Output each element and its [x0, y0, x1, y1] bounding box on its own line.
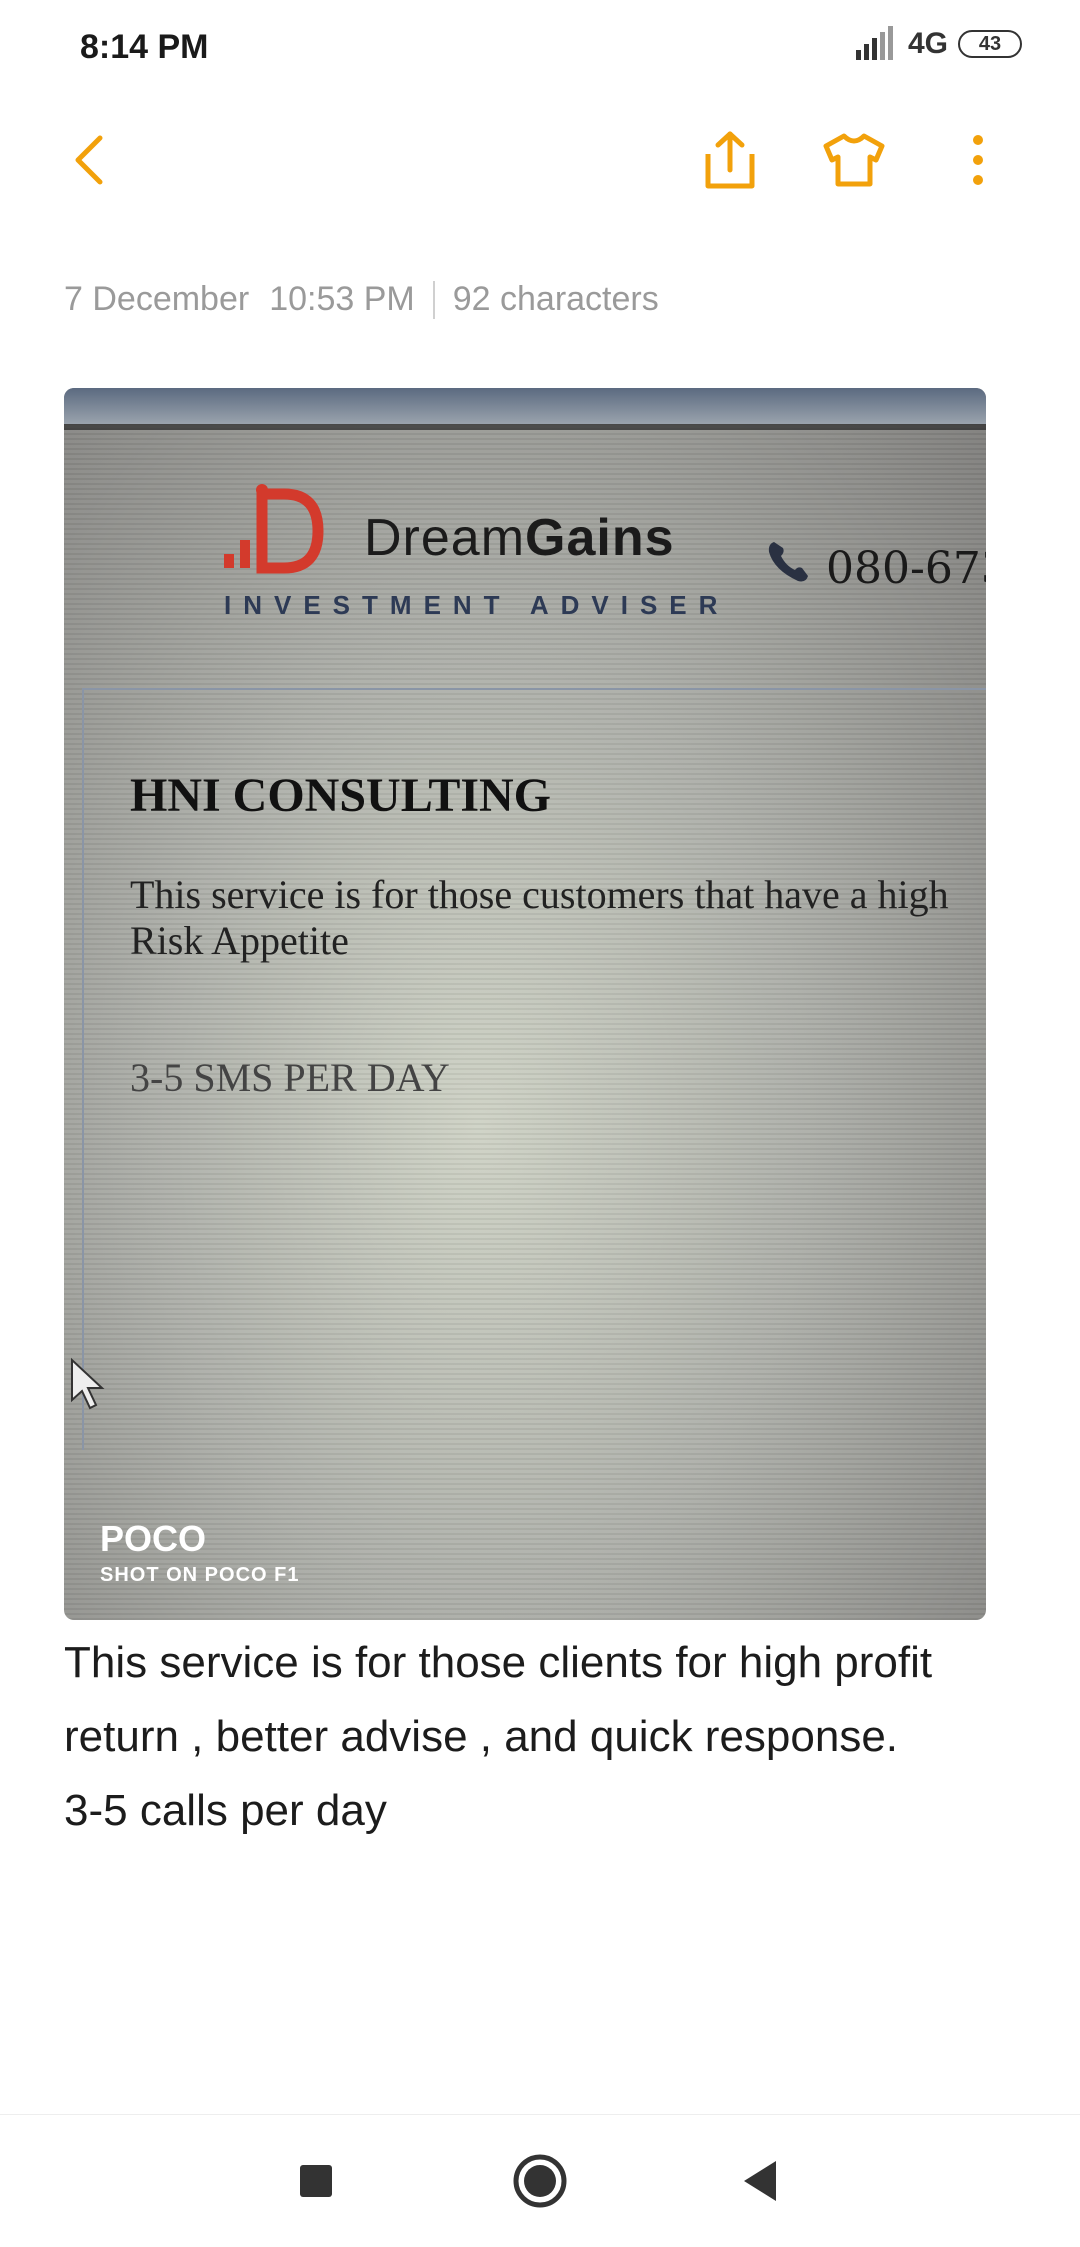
more-options-button[interactable] — [946, 128, 1010, 192]
attached-photo[interactable]: DreamGains INVESTMENT ADVISER 080-673 HN… — [64, 388, 986, 1620]
note-date: 7 December — [64, 280, 250, 318]
card-description: This service is for those customers that… — [130, 872, 949, 963]
note-meta: 7 December 10:53 PM 92 characters — [64, 280, 659, 319]
status-time: 8:14 PM — [80, 28, 209, 66]
signal-icon — [855, 26, 893, 60]
logo-tagline: INVESTMENT ADVISER — [224, 590, 730, 620]
meta-divider — [432, 280, 435, 319]
chevron-left-icon — [75, 135, 103, 185]
more-vertical-icon — [973, 135, 983, 185]
photo-browser-bar — [64, 388, 986, 424]
recents-button[interactable] — [280, 2145, 352, 2217]
network-label: 4G — [907, 27, 948, 60]
card-sms-count: 3-5 SMS PER DAY — [130, 1055, 450, 1100]
back-button[interactable] — [58, 128, 122, 192]
note-line: 3-5 calls per day — [64, 1786, 387, 1835]
share-icon — [705, 131, 755, 189]
photo-divider — [64, 424, 986, 430]
note-line: This service is for those clients for hi… — [64, 1638, 933, 1687]
note-char-count: 92 characters — [452, 280, 659, 318]
phone-icon — [768, 542, 808, 582]
cursor-icon — [71, 1357, 105, 1410]
watermark-subtitle: SHOT ON POCO F1 — [100, 1564, 300, 1586]
theme-button[interactable] — [822, 128, 886, 192]
card-title: HNI CONSULTING — [130, 769, 552, 822]
status-bar: 8:14 PM 4G 43 — [0, 0, 1080, 96]
phone-number: 080-673 — [826, 543, 986, 594]
shirt-icon — [823, 133, 885, 187]
battery-level: 43 — [978, 32, 1002, 55]
triangle-back-icon — [744, 2161, 776, 2201]
logo-name: DreamGains — [364, 508, 675, 568]
square-icon — [300, 2165, 332, 2197]
share-button[interactable] — [698, 128, 762, 192]
nav-back-button[interactable] — [724, 2145, 796, 2217]
status-indicators: 4G 43 — [854, 26, 1022, 62]
system-nav-bar — [0, 2114, 1080, 2247]
logo-name-light: Dream — [364, 509, 526, 567]
home-button[interactable] — [504, 2145, 576, 2217]
note-time: 10:53 PM — [269, 280, 415, 318]
logo-name-bold: Gains — [525, 509, 675, 567]
note-toolbar — [0, 110, 1080, 210]
note-line: return , better advise , and quick respo… — [64, 1712, 899, 1761]
watermark-brand: POCO — [100, 1518, 207, 1559]
circle-icon — [513, 2154, 567, 2208]
note-body[interactable]: This service is for those clients for hi… — [64, 1626, 1014, 1848]
battery-icon: 43 — [958, 30, 1022, 58]
